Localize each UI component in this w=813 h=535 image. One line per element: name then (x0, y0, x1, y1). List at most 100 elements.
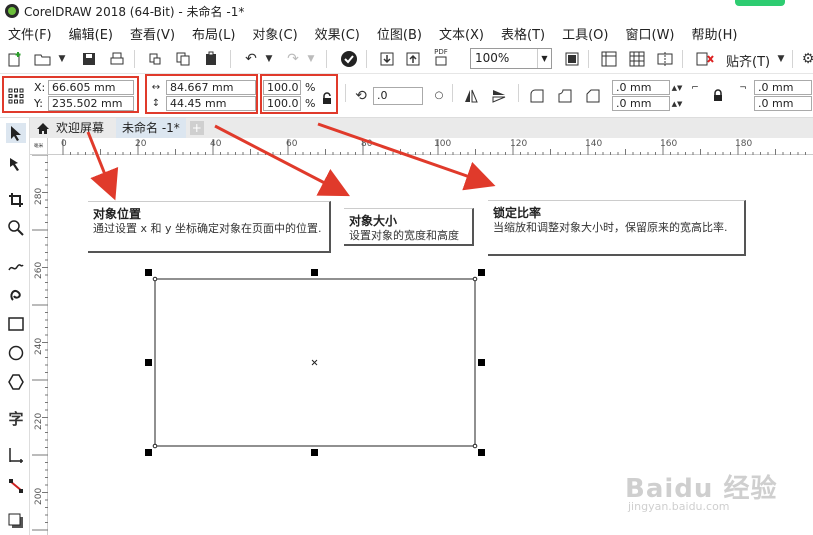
callout-size-title: 对象大小 (349, 214, 398, 228)
menu-layout[interactable]: 布局(L) (192, 24, 235, 43)
standard-toolbar: ▼ ↶ ▼ ↷ ▼ PDF 100% ▼ 贴齐(T) ▼ ⚙ (0, 44, 813, 74)
toolbar-separator (588, 50, 589, 68)
menu-edit[interactable]: 编辑(E) (69, 24, 113, 43)
zoom-level-value: 100% (475, 51, 510, 65)
menu-window[interactable]: 窗口(W) (626, 24, 675, 43)
handle-top-center (311, 269, 318, 276)
ruler-origin[interactable]: 毫米 (30, 138, 48, 155)
horizontal-ruler[interactable]: 0 20 40 60 80 100 120 140 160 180 (48, 138, 813, 155)
ruler-tick-label: 240 (34, 337, 44, 355)
import-icon[interactable] (378, 50, 396, 68)
freehand-tool-icon[interactable] (6, 256, 26, 276)
handle-bottom-left (145, 449, 152, 456)
title-bar: CorelDRAW 2018 (64-Bit) - 未命名 -1* (0, 0, 813, 22)
ellipse-tool-icon[interactable] (6, 343, 26, 363)
menu-effects[interactable]: 效果(C) (315, 24, 360, 43)
crop-tool-icon[interactable] (6, 190, 26, 210)
callout-object-position: 对象位置 通过设置 x 和 y 坐标确定对象在页面中的位置. (88, 201, 331, 253)
search-content-icon[interactable] (340, 50, 358, 68)
menu-text[interactable]: 文本(X) (439, 24, 484, 43)
handle-top-right (478, 269, 485, 276)
new-document-icon[interactable] (6, 50, 24, 68)
green-indicator (735, 0, 785, 6)
tab-document[interactable]: 未命名 -1* (116, 118, 186, 138)
corner-radius-top-left[interactable]: .0 mm (612, 80, 670, 95)
menu-file[interactable]: 文件(F) (8, 24, 52, 43)
snap-off-icon[interactable] (696, 50, 714, 68)
tab-welcome-screen[interactable]: 欢迎屏幕 (30, 118, 110, 138)
callout-position-title: 对象位置 (93, 207, 142, 221)
document-tabs: 欢迎屏幕 未命名 -1* + (30, 118, 813, 138)
window-title: CorelDRAW 2018 (64-Bit) - 未命名 -1* (24, 4, 245, 19)
menu-help[interactable]: 帮助(H) (692, 24, 738, 43)
ruler-tick-label: 20 (135, 139, 147, 149)
menu-object[interactable]: 对象(C) (252, 24, 297, 43)
round-corner-icon[interactable] (528, 87, 546, 105)
connector-tool-icon[interactable] (6, 476, 26, 496)
corner-radius-bottom-right[interactable]: .0 mm (754, 96, 812, 111)
handle-bottom-center (311, 449, 318, 456)
corner-right-icon: ¬ (739, 82, 747, 93)
rotation-angle-field[interactable]: .0 (373, 87, 423, 105)
callout-position-desc: 通过设置 x 和 y 坐标确定对象在页面中的位置. (93, 222, 322, 235)
degree-icon: ○ (434, 89, 444, 101)
gear-icon[interactable]: ⚙ (799, 50, 813, 68)
parallel-dimension-icon[interactable] (6, 445, 26, 465)
menu-bitmaps[interactable]: 位图(B) (377, 24, 422, 43)
open-dropdown-icon[interactable]: ▼ (53, 50, 71, 68)
ruler-tick-label: 0 (61, 139, 67, 149)
coreldraw-logo-icon (5, 4, 19, 18)
save-icon[interactable] (80, 50, 98, 68)
print-icon[interactable] (108, 50, 126, 68)
highlight-position-box (2, 76, 139, 113)
lock-corners-icon[interactable] (710, 87, 726, 103)
toolbar-separator (792, 50, 793, 68)
toolbar-separator (452, 84, 453, 102)
drop-shadow-icon[interactable] (6, 511, 26, 531)
export-icon[interactable] (404, 50, 422, 68)
rectangle-tool-icon[interactable] (6, 314, 26, 334)
snap-dropdown-icon[interactable]: ▼ (772, 50, 790, 68)
show-guidelines-icon[interactable] (656, 50, 674, 68)
toolbar-separator (326, 50, 327, 68)
shape-tool-icon[interactable] (6, 154, 26, 174)
show-grid-icon[interactable] (628, 50, 646, 68)
corner-radius-bottom-left[interactable]: .0 mm (612, 96, 670, 111)
menu-view[interactable]: 查看(V) (130, 24, 175, 43)
mirror-horizontal-icon[interactable] (462, 87, 480, 105)
ruler-tick-label: 220 (34, 412, 44, 430)
spinner-icon[interactable]: ▲▼ (672, 80, 683, 95)
corner-radius-top-right[interactable]: .0 mm (754, 80, 812, 95)
menu-table[interactable]: 表格(T) (501, 24, 545, 43)
zoom-level-select[interactable]: 100% ▼ (470, 48, 552, 69)
mirror-vertical-icon[interactable] (490, 87, 508, 105)
open-folder-icon[interactable] (34, 50, 52, 68)
undo-dropdown-icon[interactable]: ▼ (260, 50, 278, 68)
add-tab-button[interactable]: + (189, 121, 204, 135)
artistic-media-icon[interactable] (6, 284, 26, 304)
menu-tools[interactable]: 工具(O) (562, 24, 608, 43)
redo-dropdown-icon: ▼ (307, 54, 315, 64)
ruler-unit-label: 毫米 (33, 142, 44, 149)
toolbox: 字 (0, 118, 30, 535)
cut-icon[interactable] (146, 50, 164, 68)
undo-icon[interactable]: ↶ (242, 50, 260, 68)
property-bar: X: 66.605 mm Y: 235.502 mm ↔ 84.667 mm ↕… (0, 74, 813, 118)
snap-to-button[interactable]: 贴齐(T) (726, 51, 770, 70)
pick-tool-icon[interactable] (6, 123, 26, 143)
polygon-tool-icon[interactable] (6, 372, 26, 392)
toolbar-separator (345, 84, 346, 102)
copy-icon[interactable] (174, 50, 192, 68)
zoom-tool-icon[interactable] (6, 218, 26, 238)
publish-pdf-icon[interactable]: PDF (432, 48, 450, 66)
spinner-icon[interactable]: ▲▼ (672, 96, 683, 111)
paste-icon[interactable] (202, 50, 220, 68)
full-screen-icon[interactable] (563, 50, 581, 68)
redo-icon: ↷ (287, 51, 299, 67)
scalloped-corner-icon[interactable] (556, 87, 574, 105)
callout-lock-ratio: 锁定比率 当缩放和调整对象大小时，保留原来的宽高比率. (488, 200, 746, 256)
vertical-ruler[interactable]: 280 260 240 220 200 (30, 155, 48, 535)
chamfered-corner-icon[interactable] (584, 87, 602, 105)
show-rulers-icon[interactable] (600, 50, 618, 68)
text-tool-icon[interactable]: 字 (6, 408, 26, 428)
